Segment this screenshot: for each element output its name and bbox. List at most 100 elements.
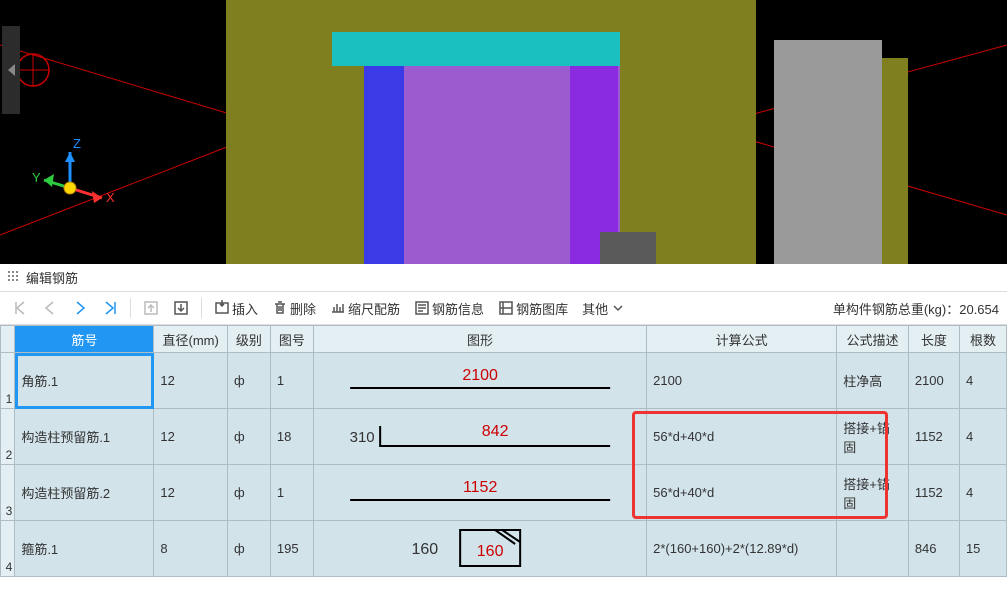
ruler-label: 缩尺配筋: [348, 299, 400, 318]
cell-length[interactable]: 846: [908, 521, 959, 577]
cell-diameter[interactable]: 12: [154, 353, 228, 409]
cell-name[interactable]: 构造柱预留筋.1: [15, 409, 154, 465]
other-dropdown[interactable]: 其他: [578, 296, 630, 321]
col-formula[interactable]: 计算公式: [647, 326, 837, 353]
delete-button[interactable]: 删除: [268, 296, 320, 321]
chevron-down-icon: [610, 300, 626, 316]
ruler-button[interactable]: 缩尺配筋: [326, 296, 404, 321]
col-desc[interactable]: 公式描述: [837, 326, 909, 353]
nav-next-button[interactable]: [68, 297, 92, 319]
export-down-button[interactable]: [169, 297, 193, 319]
col-name[interactable]: 筋号: [15, 326, 154, 353]
nav-prev-button[interactable]: [38, 297, 62, 319]
rebar-lib-button[interactable]: 钢筋图库: [494, 296, 572, 321]
col-count[interactable]: 根数: [959, 326, 1006, 353]
arrow-down-box-icon: [173, 300, 189, 316]
cell-desc[interactable]: [837, 521, 909, 577]
trash-icon: [272, 300, 288, 316]
viewport-scene: Z X Y: [0, 0, 1007, 264]
row-number: 3: [1, 465, 15, 521]
library-icon: [498, 300, 514, 316]
cell-shape[interactable]: 1152: [313, 465, 646, 521]
row-number: 4: [1, 521, 15, 577]
col-length[interactable]: 长度: [908, 326, 959, 353]
row-number: 1: [1, 353, 15, 409]
svg-text:310: 310: [349, 429, 374, 446]
cell-grade[interactable]: ф: [227, 409, 270, 465]
insert-button[interactable]: 插入: [210, 296, 262, 321]
cell-shape[interactable]: 160 160: [313, 521, 646, 577]
cell-figure[interactable]: 195: [270, 521, 313, 577]
svg-text:X: X: [106, 190, 115, 205]
col-shape[interactable]: 图形: [313, 326, 646, 353]
svg-text:842: 842: [482, 423, 509, 440]
table-row[interactable]: 3 构造柱预留筋.2 12 ф 1 1152 56*d+40*d 搭接+锚固 1…: [1, 465, 1007, 521]
table-row[interactable]: 4 箍筋.1 8 ф 195 160 160 2*(160+160)+2*(12…: [1, 521, 1007, 577]
cell-length[interactable]: 1152: [908, 409, 959, 465]
col-diameter[interactable]: 直径(mm): [154, 326, 228, 353]
cell-count[interactable]: 15: [959, 521, 1006, 577]
viewport-nav-left[interactable]: [2, 26, 20, 114]
rebar-shape-icon: 310 842: [320, 412, 640, 458]
cell-grade[interactable]: ф: [227, 521, 270, 577]
cell-length[interactable]: 1152: [908, 465, 959, 521]
cell-desc[interactable]: 搭接+锚固: [837, 465, 909, 521]
cell-diameter[interactable]: 8: [154, 521, 228, 577]
cell-count[interactable]: 4: [959, 465, 1006, 521]
rebar-shape-icon: 1152: [320, 468, 640, 514]
export-up-button[interactable]: [139, 297, 163, 319]
other-label: 其他: [582, 299, 608, 318]
cell-name[interactable]: 箍筋.1: [15, 521, 154, 577]
viewport-3d[interactable]: Z X Y: [0, 0, 1007, 264]
cell-figure[interactable]: 18: [270, 409, 313, 465]
panel-header: 编辑钢筋: [0, 264, 1007, 292]
cell-grade[interactable]: ф: [227, 465, 270, 521]
arrow-up-box-icon: [143, 300, 159, 316]
cell-desc[interactable]: 柱净高: [837, 353, 909, 409]
total-value: 20.654: [959, 302, 999, 317]
rebar-table-wrap[interactable]: 筋号 直径(mm) 级别 图号 图形 计算公式 公式描述 长度 根数 1 角筋.…: [0, 325, 1007, 600]
cell-count[interactable]: 4: [959, 409, 1006, 465]
cell-formula[interactable]: 56*d+40*d: [647, 465, 837, 521]
rebar-info-button[interactable]: 钢筋信息: [410, 296, 488, 321]
cell-formula[interactable]: 2*(160+160)+2*(12.89*d): [647, 521, 837, 577]
cell-formula[interactable]: 56*d+40*d: [647, 409, 837, 465]
nav-first-button[interactable]: [8, 297, 32, 319]
panel-title: 编辑钢筋: [26, 268, 78, 287]
cell-name[interactable]: 构造柱预留筋.2: [15, 465, 154, 521]
cell-count[interactable]: 4: [959, 353, 1006, 409]
delete-label: 删除: [290, 299, 316, 318]
table-row[interactable]: 2 构造柱预留筋.1 12 ф 18 310 842 56*d+40*d 搭接+…: [1, 409, 1007, 465]
svg-text:2100: 2100: [462, 367, 498, 384]
rebar-info-label: 钢筋信息: [432, 299, 484, 318]
col-figure[interactable]: 图号: [270, 326, 313, 353]
cell-formula[interactable]: 2100: [647, 353, 837, 409]
svg-text:160: 160: [411, 541, 438, 558]
ruler-icon: [330, 300, 346, 316]
col-rownum[interactable]: [1, 326, 15, 353]
toolbar: 插入 删除 缩尺配筋 钢筋信息 钢筋图库 其他 单构件钢筋总重(kg)：20.6…: [0, 292, 1007, 325]
cell-shape[interactable]: 310 842: [313, 409, 646, 465]
rebar-table: 筋号 直径(mm) 级别 图号 图形 计算公式 公式描述 长度 根数 1 角筋.…: [0, 325, 1007, 577]
svg-text:1152: 1152: [463, 479, 498, 496]
cell-diameter[interactable]: 12: [154, 465, 228, 521]
cell-figure[interactable]: 1: [270, 465, 313, 521]
row-number: 2: [1, 409, 15, 465]
insert-icon: [214, 300, 230, 316]
nav-last-button[interactable]: [98, 297, 122, 319]
col-grade[interactable]: 级别: [227, 326, 270, 353]
cell-figure[interactable]: 1: [270, 353, 313, 409]
rebar-shape-icon: 160 160: [320, 524, 640, 570]
table-header-row: 筋号 直径(mm) 级别 图号 图形 计算公式 公式描述 长度 根数: [1, 326, 1007, 353]
svg-text:Y: Y: [32, 170, 41, 185]
grip-icon[interactable]: [8, 271, 18, 285]
cell-name[interactable]: 角筋.1: [15, 353, 154, 409]
cell-shape[interactable]: 2100: [313, 353, 646, 409]
table-row[interactable]: 1 角筋.1 12 ф 1 2100 2100 柱净高 2100 4: [1, 353, 1007, 409]
first-icon: [12, 300, 28, 316]
cell-length[interactable]: 2100: [908, 353, 959, 409]
cell-grade[interactable]: ф: [227, 353, 270, 409]
insert-label: 插入: [232, 299, 258, 318]
cell-desc[interactable]: 搭接+锚固: [837, 409, 909, 465]
cell-diameter[interactable]: 12: [154, 409, 228, 465]
